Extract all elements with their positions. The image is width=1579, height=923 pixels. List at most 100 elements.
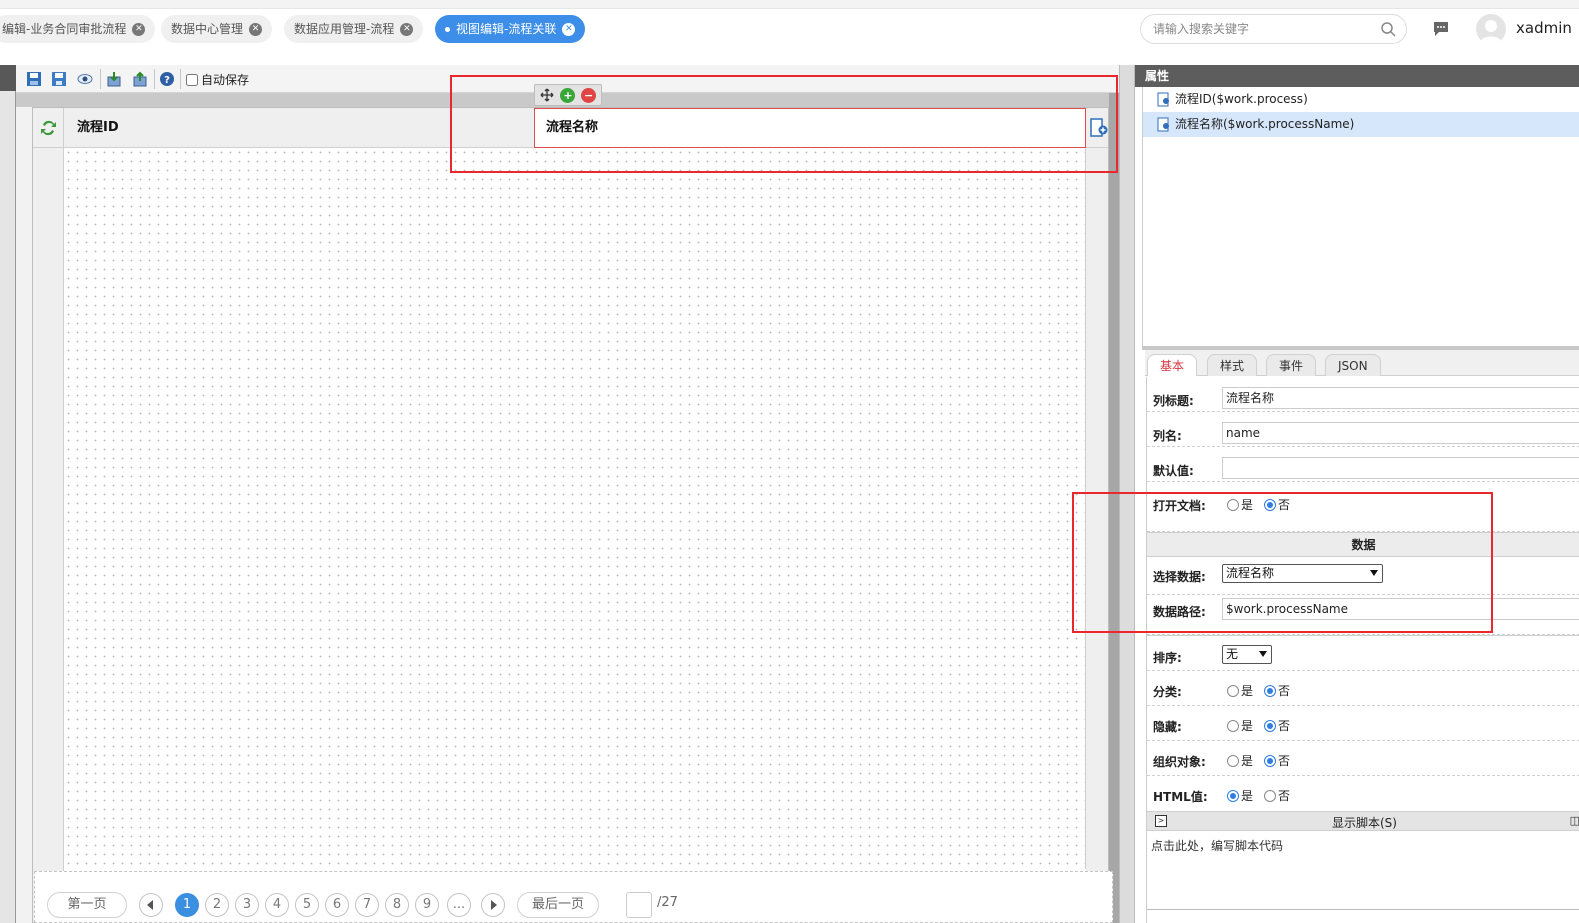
close-icon[interactable]: ✕ <box>400 22 414 36</box>
radio-button[interactable] <box>1264 684 1276 697</box>
radio-button[interactable] <box>1227 498 1239 511</box>
close-icon[interactable]: ✕ <box>249 22 263 36</box>
pin-icon[interactable]: ◫ <box>1570 814 1579 827</box>
tab-bar: 编辑-业务合同审批流程 ✕ 数据中心管理 ✕ 数据应用管理-流程 ✕ 视图编辑-… <box>0 9 1579 63</box>
page-number[interactable]: 5 <box>295 893 319 917</box>
html-yes[interactable]: 是 <box>1227 787 1253 804</box>
tab-json[interactable]: JSON <box>1325 354 1381 376</box>
prev-page-button[interactable] <box>139 893 163 917</box>
radio-button[interactable] <box>1227 789 1239 802</box>
open-doc-yes[interactable]: 是 <box>1227 496 1253 513</box>
props-tree: 流程ID($work.process) 流程名称($work.processNa… <box>1142 87 1579 347</box>
default-value-input[interactable] <box>1222 457 1579 479</box>
first-page-button[interactable]: 第一页 <box>47 892 127 918</box>
save-as-icon[interactable] <box>51 71 67 87</box>
row-hidden: 隐藏: 是 否 <box>1147 706 1579 741</box>
page-number[interactable]: 8 <box>385 893 409 917</box>
page-number[interactable]: 7 <box>355 893 379 917</box>
grid-right-gutter <box>1086 148 1108 922</box>
close-icon[interactable]: ✕ <box>562 22 576 36</box>
move-icon[interactable] <box>540 88 555 103</box>
editor-scroll-edge[interactable] <box>1109 93 1119 923</box>
column-header-process-id[interactable]: 流程ID <box>64 108 534 148</box>
view-editor: ? 自动保存 流程ID 流程名称 + − 第一页 1 2 3 4 5 6 7 8… <box>16 65 1119 923</box>
page-number[interactable]: 2 <box>205 893 229 917</box>
panel-splitter[interactable] <box>1119 65 1135 923</box>
remove-icon[interactable]: − <box>581 87 597 103</box>
page-jump-input[interactable] <box>626 892 652 918</box>
radio-button[interactable] <box>1227 719 1239 732</box>
category-no[interactable]: 否 <box>1264 682 1290 699</box>
sort-value: 无 <box>1226 647 1239 661</box>
page-ellipsis[interactable]: ... <box>447 893 471 917</box>
hidden-no[interactable]: 否 <box>1264 717 1290 734</box>
tab-events[interactable]: 事件 <box>1266 354 1317 376</box>
radio-button[interactable] <box>1264 789 1276 802</box>
org-yes[interactable]: 是 <box>1227 752 1253 769</box>
toolbar-separator <box>154 69 155 89</box>
sort-dropdown[interactable]: 无 <box>1222 645 1272 664</box>
tab-data-center[interactable]: 数据中心管理 ✕ <box>161 15 273 43</box>
row-sort: 排序: 无 <box>1147 635 1579 671</box>
refresh-button[interactable] <box>33 108 64 148</box>
script-toggle-bar[interactable]: > 显示脚本(S) ◫ <box>1147 811 1579 831</box>
column-title-input[interactable]: 流程名称 <box>1222 387 1579 409</box>
close-icon[interactable]: ✕ <box>132 22 146 36</box>
tree-item-process-name[interactable]: 流程名称($work.processName) <box>1143 112 1579 137</box>
tab-label: 数据中心管理 <box>171 22 244 36</box>
page-number[interactable]: 9 <box>415 893 439 917</box>
page-number[interactable]: 6 <box>325 893 349 917</box>
tab-data-app[interactable]: 数据应用管理-流程 ✕ <box>284 15 424 43</box>
add-icon[interactable]: + <box>560 87 576 103</box>
field-label: 列标题: <box>1153 394 1194 408</box>
search-box <box>1140 14 1407 44</box>
org-no[interactable]: 否 <box>1264 752 1290 769</box>
last-page-button[interactable]: 最后一页 <box>517 892 599 918</box>
radio-button[interactable] <box>1264 498 1276 511</box>
help-icon[interactable]: ? <box>159 71 175 87</box>
search-input[interactable] <box>1153 20 1373 38</box>
column-header-process-name[interactable]: 流程名称 <box>534 108 1086 148</box>
autosave-checkbox[interactable] <box>186 73 198 86</box>
tab-view-edit[interactable]: 视图编辑-流程关联 ✕ <box>435 15 586 43</box>
save-icon[interactable] <box>26 71 42 87</box>
grid-row-gutter <box>33 148 64 922</box>
tab-style[interactable]: 样式 <box>1207 354 1258 376</box>
username[interactable]: xadmin <box>1516 19 1572 37</box>
field-label: 组织对象: <box>1153 755 1206 769</box>
category-yes[interactable]: 是 <box>1227 682 1253 699</box>
tab-label: 视图编辑-流程关联 <box>456 22 557 36</box>
tab-contract-approval[interactable]: 编辑-业务合同审批流程 ✕ <box>0 15 156 43</box>
page-number[interactable]: 3 <box>235 893 259 917</box>
export-icon[interactable] <box>132 71 148 87</box>
column-name-input[interactable]: name <box>1222 422 1579 444</box>
radio-button[interactable] <box>1264 754 1276 767</box>
tree-item-process-id[interactable]: 流程ID($work.process) <box>1143 87 1579 112</box>
radio-button[interactable] <box>1227 754 1239 767</box>
open-doc-no[interactable]: 否 <box>1264 496 1290 513</box>
data-path-input[interactable]: $work.processName <box>1222 598 1579 620</box>
autosave-toggle[interactable]: 自动保存 <box>186 71 249 88</box>
next-page-button[interactable] <box>481 893 505 917</box>
grid-canvas[interactable] <box>64 148 1086 869</box>
preview-icon[interactable] <box>77 71 93 87</box>
script-editor-hint[interactable]: 点击此处，编写脚本代码 <box>1151 837 1283 854</box>
field-label: 排序: <box>1153 651 1182 665</box>
page-number[interactable]: 1 <box>175 893 199 917</box>
html-no[interactable]: 否 <box>1264 787 1290 804</box>
add-column-icon[interactable] <box>1090 118 1108 138</box>
tab-basic[interactable]: 基本 <box>1147 354 1198 376</box>
select-data-dropdown[interactable]: 流程名称 <box>1222 564 1383 583</box>
import-icon[interactable] <box>106 71 122 87</box>
message-icon[interactable] <box>1432 21 1450 37</box>
hidden-yes[interactable]: 是 <box>1227 717 1253 734</box>
expand-icon[interactable]: > <box>1155 815 1167 827</box>
radio-button[interactable] <box>1227 684 1239 697</box>
active-dot-icon <box>445 26 450 32</box>
page-number[interactable]: 4 <box>265 893 289 917</box>
left-collapse-edge[interactable] <box>0 65 16 923</box>
avatar[interactable] <box>1476 14 1506 44</box>
radio-button[interactable] <box>1264 719 1276 732</box>
search-icon[interactable] <box>1380 21 1396 37</box>
radio-label: 是 <box>1241 789 1254 803</box>
